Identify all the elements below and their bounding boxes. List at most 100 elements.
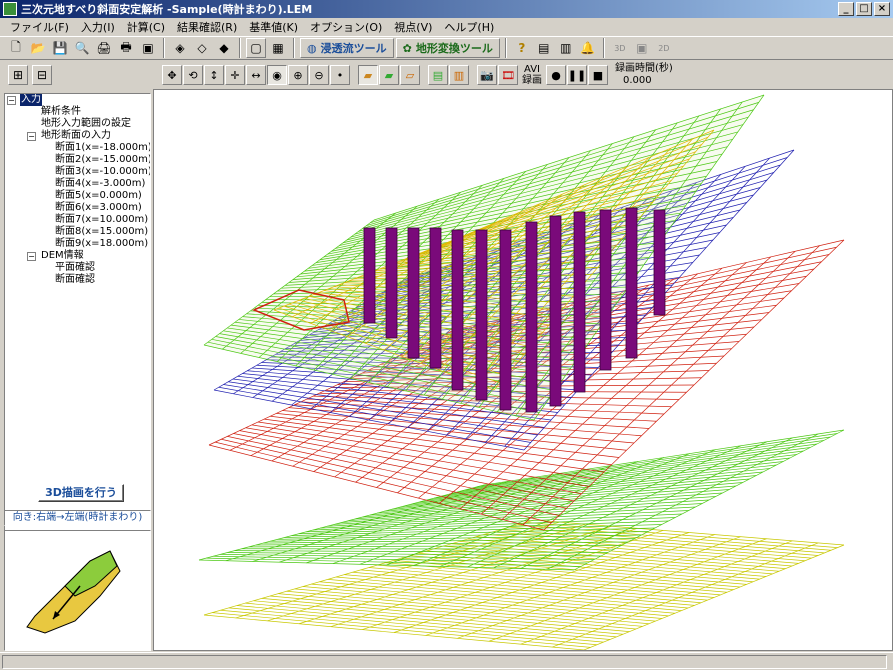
pile [573,211,586,393]
zoom-in-icon[interactable]: ⊕ [288,65,308,85]
app-icon [3,2,17,16]
move-icon[interactable]: ✛ [225,65,245,85]
tree-expand-icon[interactable]: ⊞ [8,65,28,85]
stop-icon[interactable]: ■ [588,65,608,85]
wireframe-scene[interactable] [154,90,893,651]
rotate-y-icon[interactable]: ⟲ [183,65,203,85]
layer-solid-icon[interactable]: ▰ [379,65,399,85]
menu-options[interactable]: オプション(O) [304,19,388,35]
info-icon[interactable]: ▥ [556,38,576,58]
rotate-icon[interactable]: ✥ [162,65,182,85]
open-folder-icon[interactable]: 📂 [28,38,48,58]
draw-3d-button[interactable]: 3D描画を行う [38,484,124,502]
yellow-plane [203,519,845,650]
tree-dem-group[interactable]: DEM情報 [41,250,84,262]
print-preview-icon[interactable]: 🔍 [72,38,92,58]
pile [451,229,464,391]
add-layer-icon[interactable]: ▤ [428,65,448,85]
tree-collapse-icon[interactable]: ⊟ [32,65,52,85]
pile [525,221,538,413]
point-icon[interactable]: • [330,65,350,85]
pause-icon[interactable]: ❚❚ [567,65,587,85]
zoom-out-icon[interactable]: ⊖ [309,65,329,85]
menu-help[interactable]: ヘルプ(H) [438,19,500,35]
layer-swap-icon[interactable]: ▥ [449,65,469,85]
mesh-2d-icon[interactable]: ◆ [214,38,234,58]
save-icon[interactable]: 💾 [50,38,70,58]
menu-bar: ファイル(F) 入力(I) 計算(C) 結果確認(R) 基準値(K) オプション… [0,18,893,36]
tree-section-item[interactable]: 断面4(x=-3.000m) [55,178,145,190]
new-file-icon[interactable]: 🗋 [6,38,26,58]
terrain-tool-button[interactable]: ✿ 地形変換ツール [395,38,500,58]
tree-section-item[interactable]: 断面7(x=10.000m) [55,214,148,226]
avi-record-button[interactable]: AVI 録画 [522,64,542,86]
layer-mesh-icon[interactable]: ▱ [400,65,420,85]
tree-section-item[interactable]: 断面8(x=15.000m) [55,226,148,238]
tree-dem-section[interactable]: 断面確認 [55,274,95,286]
pile [653,209,666,316]
menu-results[interactable]: 結果確認(R) [171,19,243,35]
bell-icon[interactable]: 🔔 [578,38,598,58]
camera-icon[interactable]: 📷 [477,65,497,85]
grid-2d-icon[interactable]: 2D [654,38,674,58]
tree-analysis-conditions[interactable]: 解析条件 [41,106,81,118]
grid-3d-icon[interactable]: 3D [610,38,630,58]
frame-icon[interactable]: ▢ [246,38,266,58]
help-icon[interactable]: ? [512,38,532,58]
cube-3d-icon[interactable]: ▣ [632,38,652,58]
pan-horizontal-icon[interactable]: ↔ [246,65,266,85]
globe-icon: ◍ [307,41,317,55]
tree-section-item[interactable]: 断面6(x=3.000m) [55,202,142,214]
tree-section-item[interactable]: 断面5(x=0.000m) [55,190,142,202]
window-icon[interactable]: ▤ [534,38,554,58]
pile [363,227,376,324]
print-icon[interactable]: 🖨 [94,38,114,58]
tree-dem-plan[interactable]: 平面確認 [55,262,95,274]
left-panel: ⊞ ⊟ − 入力 解析条件 地形入力範囲の設定 − 地形断面の入力 断面1(x=-1… [0,61,153,651]
grid-edit-icon[interactable]: ▦ [268,38,288,58]
mesh-3d-small-icon[interactable]: ◇ [192,38,212,58]
pile [475,229,488,401]
menu-input[interactable]: 入力(I) [75,19,121,35]
seepage-tool-button[interactable]: ◍ 浸透流ツール [300,38,394,58]
film-icon[interactable]: 🎞 [498,65,518,85]
tree-root-input[interactable]: 入力 [20,94,42,106]
main-toolbar: 🗋 📂 💾 🔍 🖨 🖶 ▣ ◈ ◇ ◆ ▢ ▦ ◍ 浸透流ツール ✿ 地形変換ツール… [0,36,893,60]
export-icon[interactable]: ▣ [138,38,158,58]
tree-section-item[interactable]: 断面2(x=-15.000m) [55,154,150,166]
slope-preview [4,530,151,651]
menu-file[interactable]: ファイル(F) [4,19,75,35]
menu-view[interactable]: 視点(V) [388,19,438,35]
pile [385,227,398,339]
close-button[interactable]: × [874,2,890,16]
tree-section-group[interactable]: 地形断面の入力 [41,130,111,142]
terrain-icon: ✿ [402,41,412,55]
input-tree[interactable]: − 入力 解析条件 地形入力範囲の設定 − 地形断面の入力 断面1(x=-18.00… [4,93,151,531]
window-title: 三次元地すべり斜面安定解析 -Sample(時計まわり).LEM [21,3,313,16]
pile [599,209,612,371]
orbit-icon[interactable]: ◉ [267,65,287,85]
pile [407,227,420,359]
tree-section-item[interactable]: 断面1(x=-18.000m) [55,142,150,154]
status-bar [0,652,893,670]
title-bar: 三次元地すべり斜面安定解析 -Sample(時計まわり).LEM _ □ × [0,0,893,18]
slope-preview-icon [26,550,121,634]
tree-section-item[interactable]: 断面9(x=18.000m) [55,238,148,250]
rec-time-label: 録画時間(秒) [615,63,673,74]
maximize-button[interactable]: □ [856,2,872,16]
layer-wire-icon[interactable]: ▰ [358,65,378,85]
menu-standard[interactable]: 基準値(K) [243,19,304,35]
printer-setup-icon[interactable]: 🖶 [116,38,136,58]
direction-label: 向き:右端→左端(時計まわり) [4,510,151,526]
minimize-button[interactable]: _ [838,2,854,16]
mesh-3d-icon[interactable]: ◈ [170,38,190,58]
tree-terrain-range[interactable]: 地形入力範囲の設定 [41,118,131,130]
menu-calc[interactable]: 計算(C) [121,19,171,35]
3d-viewport[interactable] [153,89,893,651]
pile [549,215,562,407]
tree-section-item[interactable]: 断面3(x=-10.000m) [55,166,150,178]
record-icon[interactable]: ● [546,65,566,85]
pan-vertical-icon[interactable]: ↕ [204,65,224,85]
pile [499,229,512,411]
view-toolbar: ✥ ⟲ ↕ ✛ ↔ ◉ ⊕ ⊖ • ▰ ▰ ▱ ▤ ▥ 📷 🎞 AVI 録画 ●… [154,61,893,89]
